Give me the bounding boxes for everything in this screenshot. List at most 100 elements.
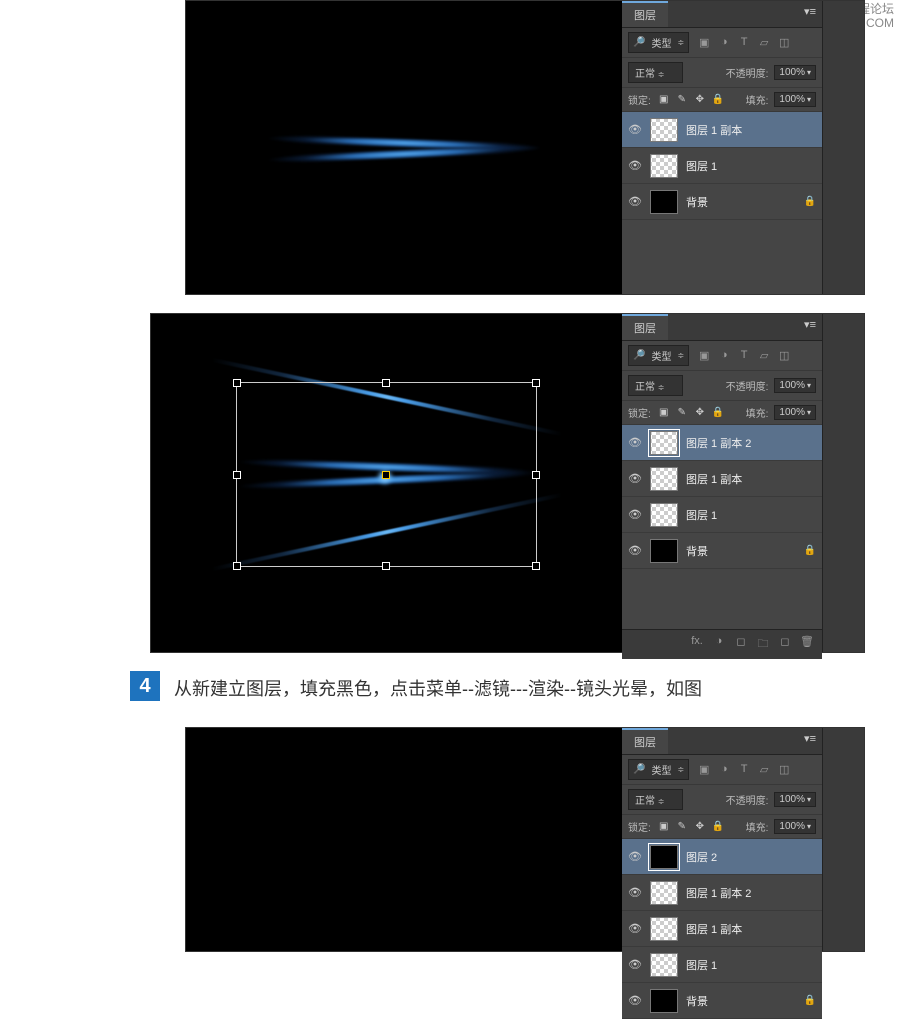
step-text: 从新建立图层，填充黑色，点击菜单--滤镜---渲染--镜头光晕，如图 [174,671,702,707]
handle-bot-mid[interactable] [382,562,390,570]
layer-list: 👁 图层 1 副本 2 👁 图层 1 副本 👁 图层 1 👁 [622,425,822,569]
handle-top-right[interactable] [532,379,540,387]
transform-box[interactable] [236,382,537,568]
filter-pixel-icon[interactable]: ▣ [697,36,711,49]
visibility-eye-icon[interactable]: 👁 [628,994,642,1007]
layer-item[interactable]: 👁 背景 🔒 [622,184,822,220]
visibility-eye-icon[interactable]: 👁 [628,123,642,136]
filter-icons: ▣ ◑ T ▱ ◫ [697,36,791,49]
filter-smart-icon[interactable]: ◫ [777,349,791,362]
filter-adjust-icon[interactable]: ◑ [717,349,731,362]
handle-bot-left[interactable] [233,562,241,570]
lock-paint-icon[interactable]: ✎ [675,94,689,105]
layer-kind-select[interactable]: 🔎 类型 ≑ [628,345,689,366]
lock-transparent-icon[interactable]: ▣ [657,407,671,418]
visibility-eye-icon[interactable]: 👁 [628,195,642,208]
layer-item[interactable]: 👁 图层 1 副本 [622,461,822,497]
filter-smart-icon[interactable]: ◫ [777,763,791,776]
filter-type-icon[interactable]: T [737,763,751,776]
screenshot-2: 图层 ▾≡ 🔎 类型 ≑ ▣ ◑ T ▱ ◫ 正常 ≑ 不透明度: 100%▾ … [150,313,865,653]
layer-kind-select[interactable]: 🔎 类型 ≑ [628,759,689,780]
lock-position-icon[interactable]: ✥ [693,821,707,832]
layer-item[interactable]: 👁 图层 1 [622,497,822,533]
layer-name: 图层 1 [686,957,717,973]
lock-transparent-icon[interactable]: ▣ [657,94,671,105]
visibility-eye-icon[interactable]: 👁 [628,544,642,557]
visibility-eye-icon[interactable]: 👁 [628,159,642,172]
filter-type-icon[interactable]: T [737,349,751,362]
visibility-eye-icon[interactable]: 👁 [628,922,642,935]
blend-mode-select[interactable]: 正常 ≑ [628,789,683,810]
layer-item[interactable]: 👁 图层 1 [622,148,822,184]
layer-name: 图层 1 [686,507,717,523]
filter-type-icon[interactable]: T [737,36,751,49]
handle-center[interactable] [382,471,390,479]
panel-menu-icon[interactable]: ▾≡ [798,728,822,754]
adjustment-icon[interactable]: ◻ [734,635,748,654]
fill-value[interactable]: 100%▾ [774,819,816,834]
layer-item[interactable]: 👁 图层 2 [622,839,822,875]
new-layer-icon[interactable]: ◻ [778,635,792,654]
handle-mid-left[interactable] [233,471,241,479]
delete-icon[interactable]: 🗑 [800,635,814,654]
lock-position-icon[interactable]: ✥ [693,94,707,105]
lock-all-icon[interactable]: 🔒 [711,407,725,418]
panel-title-tab[interactable]: 图层 [622,314,668,340]
lock-position-icon[interactable]: ✥ [693,407,707,418]
layer-item[interactable]: 👁 背景 🔒 [622,983,822,1019]
layer-item[interactable]: 👁 图层 1 副本 2 [622,875,822,911]
visibility-eye-icon[interactable]: 👁 [628,958,642,971]
layer-name: 背景 [686,194,708,210]
fill-value[interactable]: 100%▾ [774,405,816,420]
layer-thumbnail [650,845,678,869]
step-number: 4 [130,671,160,701]
visibility-eye-icon[interactable]: 👁 [628,886,642,899]
group-icon[interactable]: 🗀 [756,635,770,654]
filter-shape-icon[interactable]: ▱ [757,36,771,49]
filter-shape-icon[interactable]: ▱ [757,763,771,776]
handle-mid-right[interactable] [532,471,540,479]
lock-all-icon[interactable]: 🔒 [711,94,725,105]
visibility-eye-icon[interactable]: 👁 [628,508,642,521]
filter-smart-icon[interactable]: ◫ [777,36,791,49]
handle-bot-right[interactable] [532,562,540,570]
blend-mode-select[interactable]: 正常 ≑ [628,375,683,396]
handle-top-mid[interactable] [382,379,390,387]
panel-menu-icon[interactable]: ▾≡ [798,1,822,27]
visibility-eye-icon[interactable]: 👁 [628,472,642,485]
layer-thumbnail [650,467,678,491]
layer-item[interactable]: 👁 图层 1 副本 2 [622,425,822,461]
filter-adjust-icon[interactable]: ◑ [717,36,731,49]
fill-value[interactable]: 100%▾ [774,92,816,107]
filter-shape-icon[interactable]: ▱ [757,349,771,362]
lock-transparent-icon[interactable]: ▣ [657,821,671,832]
opacity-label: 不透明度: [726,792,769,807]
opacity-value[interactable]: 100%▾ [774,65,816,80]
filter-pixel-icon[interactable]: ▣ [697,349,711,362]
lock-paint-icon[interactable]: ✎ [675,407,689,418]
panel-menu-icon[interactable]: ▾≡ [798,314,822,340]
filter-pixel-icon[interactable]: ▣ [697,763,711,776]
layer-item[interactable]: 👁 图层 1 [622,947,822,983]
handle-top-left[interactable] [233,379,241,387]
layer-item[interactable]: 👁 图层 1 副本 [622,911,822,947]
layer-thumbnail [650,917,678,941]
layer-name: 图层 1 副本 2 [686,885,751,901]
opacity-value[interactable]: 100%▾ [774,792,816,807]
layer-item[interactable]: 👁 图层 1 副本 [622,112,822,148]
visibility-eye-icon[interactable]: 👁 [628,850,642,863]
opacity-value[interactable]: 100%▾ [774,378,816,393]
mask-icon[interactable]: ◑ [712,635,726,654]
filter-adjust-icon[interactable]: ◑ [717,763,731,776]
layer-item[interactable]: 👁 背景 🔒 [622,533,822,569]
fx-icon[interactable]: fx. [690,635,704,654]
visibility-eye-icon[interactable]: 👁 [628,436,642,449]
layer-kind-select[interactable]: 🔎 类型 ≑ [628,32,689,53]
panel-title-tab[interactable]: 图层 [622,728,668,754]
panel-title-tab[interactable]: 图层 [622,1,668,27]
lock-icon: 🔒 [804,995,816,1006]
layer-name: 图层 1 副本 [686,122,742,138]
lock-paint-icon[interactable]: ✎ [675,821,689,832]
blend-mode-select[interactable]: 正常 ≑ [628,62,683,83]
lock-all-icon[interactable]: 🔒 [711,821,725,832]
